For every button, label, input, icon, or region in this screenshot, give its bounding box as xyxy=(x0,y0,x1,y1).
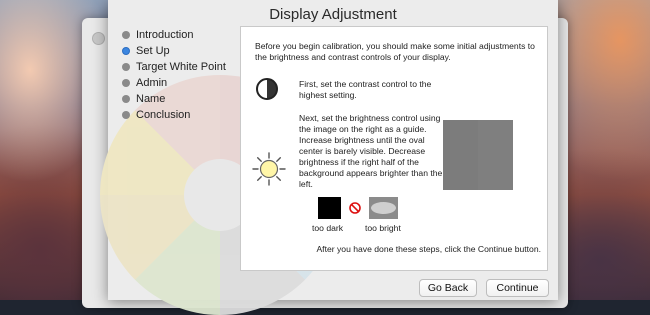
step-label: Introduction xyxy=(136,29,194,41)
step-bullet-icon xyxy=(122,95,130,103)
step-conclusion: Conclusion xyxy=(122,107,226,123)
step-admin: Admin xyxy=(122,75,226,91)
step-introduction: Introduction xyxy=(122,27,226,43)
too-bright-sample xyxy=(369,197,398,219)
too-dark-label: too dark xyxy=(312,223,344,233)
step-name: Name xyxy=(122,91,226,107)
dialog-title: Display Adjustment xyxy=(269,6,397,23)
sun-icon xyxy=(252,152,286,186)
step-label: Target White Point xyxy=(136,61,226,73)
step-label: Conclusion xyxy=(136,109,191,121)
footer-instruction: After you have done these steps, click t… xyxy=(316,244,541,254)
step-bullet-icon xyxy=(122,63,130,71)
step-set-up: Set Up xyxy=(122,43,226,59)
go-back-button[interactable]: Go Back xyxy=(419,279,477,297)
content-panel: Before you begin calibration, you should… xyxy=(240,26,548,271)
step-bullet-icon xyxy=(122,79,130,87)
window-close-dot[interactable] xyxy=(92,32,105,45)
step-label: Admin xyxy=(136,77,168,89)
no-icon xyxy=(349,202,361,214)
step-bullet-icon xyxy=(122,31,130,39)
intro-text: Before you begin calibration, you should… xyxy=(255,41,535,62)
step-label: Set Up xyxy=(136,45,170,57)
step-bullet-active-icon xyxy=(122,47,130,55)
brightness-test-image xyxy=(443,120,513,190)
too-bright-label: too bright xyxy=(365,223,401,233)
contrast-instruction: First, set the contrast control to the h… xyxy=(299,79,432,100)
continue-button[interactable]: Continue xyxy=(486,279,549,297)
brightness-instruction: Next, set the brightness control using t… xyxy=(299,113,443,189)
too-dark-sample xyxy=(318,197,341,219)
display-adjustment-dialog: Display Adjustment Introduction Set Up T… xyxy=(100,0,558,315)
contrast-icon xyxy=(256,78,278,100)
step-target-white-point: Target White Point xyxy=(122,59,226,75)
step-label: Name xyxy=(136,93,166,105)
step-list: Introduction Set Up Target White Point A… xyxy=(122,27,226,123)
step-bullet-icon xyxy=(122,111,130,119)
